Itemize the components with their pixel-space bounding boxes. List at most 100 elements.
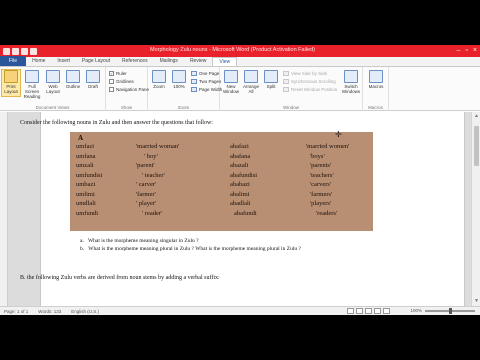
reset-window-position-button[interactable]: Reset Window Position — [283, 87, 337, 92]
vertical-scrollbar[interactable]: ▲ ▼ — [471, 112, 480, 306]
maximize-button[interactable]: ▫ — [465, 47, 467, 55]
view-shortcuts — [347, 308, 390, 314]
two-pages-button[interactable]: Two Pages — [191, 79, 221, 84]
question-a: a. What is the morpheme meaning singular… — [80, 238, 199, 244]
new-window-button[interactable]: New Window — [221, 70, 241, 94]
group-window: New Window Arrange All Split View Side b… — [220, 67, 363, 111]
singular-gloss-column: 'married woman' ' boy' 'parent' ' teache… — [136, 142, 179, 218]
tab-page-layout[interactable]: Page Layout — [76, 57, 116, 66]
ribbon: Print Layout Full Screen Reading Web Lay… — [0, 67, 480, 111]
list-item: umlimi — [76, 190, 95, 198]
ruler-checkbox[interactable]: ✓ Ruler — [109, 71, 127, 76]
list-item: 'carvers' — [310, 181, 332, 188]
tab-references[interactable]: References — [116, 57, 154, 66]
list-item: abalimi — [230, 190, 250, 198]
text-cursor-icon: ✛ — [335, 130, 342, 139]
table-header: A — [78, 134, 84, 142]
macros-icon — [369, 70, 383, 83]
list-item: 'farmer' — [136, 190, 156, 198]
reading-view-icon[interactable] — [356, 308, 363, 314]
web-layout-icon — [46, 70, 60, 83]
arrange-all-icon — [244, 70, 258, 83]
synchronous-scrolling-button[interactable]: Synchronous Scrolling — [283, 79, 336, 84]
zoom-slider[interactable] — [425, 307, 475, 314]
outline-view-icon[interactable] — [374, 308, 381, 314]
tab-insert[interactable]: Insert — [51, 57, 76, 66]
zoom-control: 100% — [410, 307, 475, 314]
draft-view-icon[interactable] — [383, 308, 390, 314]
print-layout-view-icon[interactable] — [347, 308, 354, 314]
list-item: umbazi — [76, 181, 96, 188]
list-item: 'players' — [310, 200, 332, 207]
list-item: 'farmers' — [310, 190, 333, 198]
split-button[interactable]: Split — [261, 70, 281, 89]
zoom-slider-knob[interactable] — [449, 307, 452, 314]
list-item: 'married woman' — [136, 143, 180, 150]
intro-text: Consider the following nouns in Zulu and… — [20, 120, 213, 126]
navigation-pane-checkbox[interactable]: Navigation Pane — [109, 87, 149, 92]
list-item: ' reader' — [142, 209, 163, 217]
group-macros: Macros Macros — [363, 67, 389, 111]
zoom-100-icon — [172, 70, 186, 83]
list-item: umfundi — [76, 209, 99, 217]
redo-icon[interactable] — [30, 47, 37, 55]
page-count[interactable]: Page: 1 of 1 — [4, 309, 28, 314]
one-page-button[interactable]: One Page — [191, 71, 219, 76]
singular-nouns-column: umfazi umfana umzali umfundisi umbazi um… — [76, 142, 102, 218]
switch-windows-button[interactable]: Switch Windows — [340, 70, 362, 94]
group-zoom: Zoom 100% One Page Two Pages Page Width … — [148, 67, 222, 111]
page-width-button[interactable]: Page Width — [191, 87, 222, 92]
word-count[interactable]: Words: 133 — [38, 309, 61, 314]
window-title: Morphology Zulu nouns - Microsoft Word (… — [150, 47, 315, 53]
full-screen-reading-button[interactable]: Full Screen Reading — [22, 70, 42, 99]
outline-icon — [66, 70, 80, 83]
status-bar: Page: 1 of 1 Words: 133 English (U.S.) 1… — [0, 306, 480, 315]
list-item: abafana — [230, 152, 251, 160]
undo-icon[interactable] — [21, 47, 28, 55]
scroll-thumb[interactable] — [474, 126, 479, 166]
language-indicator[interactable]: English (U.S.) — [71, 309, 99, 314]
print-layout-button[interactable]: Print Layout — [1, 69, 21, 97]
gridlines-checkbox[interactable]: Gridlines — [109, 79, 134, 84]
draft-button[interactable]: Draft — [83, 70, 103, 89]
web-layout-button[interactable]: Web Layout — [43, 70, 63, 94]
list-item: abadlali — [230, 200, 251, 207]
side-by-side-icon — [283, 71, 289, 76]
page-width-icon — [191, 87, 197, 92]
one-page-icon — [191, 71, 197, 76]
save-icon[interactable] — [12, 47, 19, 55]
tab-home[interactable]: Home — [26, 57, 51, 66]
list-item: abafazi — [230, 143, 249, 150]
zoom-level[interactable]: 100% — [410, 308, 422, 313]
two-pages-icon — [191, 79, 197, 84]
group-show: ✓ Ruler Gridlines Navigation Pane Show — [106, 67, 149, 111]
title-bar: Morphology Zulu nouns - Microsoft Word (… — [0, 45, 480, 57]
arrange-all-button[interactable]: Arrange All — [241, 70, 261, 94]
tab-view[interactable]: View — [212, 57, 238, 66]
word-window: Morphology Zulu nouns - Microsoft Word (… — [0, 45, 480, 315]
web-view-icon[interactable] — [365, 308, 372, 314]
tab-file[interactable]: File — [0, 56, 27, 66]
macros-button[interactable]: Macros — [366, 70, 386, 89]
zoom-100-button[interactable]: 100% — [169, 70, 189, 89]
list-item: ababazi — [230, 181, 250, 188]
zoom-button[interactable]: Zoom — [149, 70, 169, 89]
list-item: umfundisi — [76, 171, 103, 179]
quick-access-toolbar — [3, 47, 37, 55]
scroll-down-icon[interactable]: ▼ — [473, 298, 480, 305]
minimize-button[interactable]: – — [457, 47, 461, 55]
plural-gloss-column: 'married women' 'boys' 'parents' 'teache… — [306, 142, 349, 218]
scroll-up-icon[interactable]: ▲ — [473, 113, 480, 120]
list-item: abazali — [230, 162, 249, 169]
list-item: 'teachers' — [310, 171, 334, 179]
zulu-nouns-image: A umfazi umfana umzali umfundisi umbazi … — [70, 132, 373, 231]
tab-review[interactable]: Review — [184, 57, 212, 66]
draft-icon — [86, 70, 100, 83]
tab-mailings[interactable]: Mailings — [154, 57, 184, 66]
outline-button[interactable]: Outline — [63, 70, 83, 89]
list-item: 'parent' — [136, 162, 155, 169]
list-item: 'married women' — [306, 143, 350, 150]
split-icon — [264, 70, 278, 83]
close-button[interactable]: × — [473, 47, 477, 55]
view-side-by-side-button[interactable]: View Side by Side — [283, 71, 327, 76]
